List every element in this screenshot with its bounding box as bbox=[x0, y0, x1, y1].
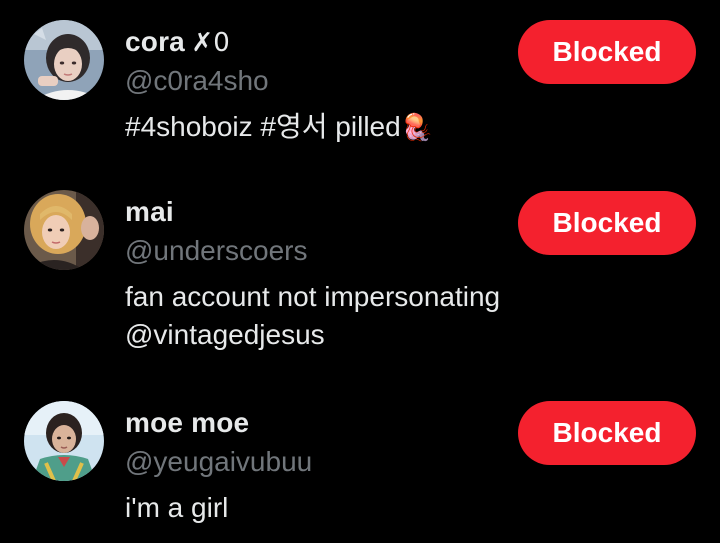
avatar-image bbox=[24, 20, 104, 100]
display-name[interactable]: mai bbox=[125, 196, 174, 227]
display-name[interactable]: moe moe bbox=[125, 407, 249, 438]
name-emoji: ✗0 bbox=[191, 28, 230, 58]
jellyfish-emoji: 🪼 bbox=[400, 113, 434, 143]
name-line: moe moe bbox=[125, 407, 249, 439]
user-bio: fan account not impersonating @vintagedj… bbox=[125, 281, 501, 350]
user-handle[interactable]: @c0ra4sho bbox=[125, 65, 269, 97]
blocked-button[interactable]: Blocked bbox=[518, 20, 696, 84]
user-cell[interactable]: cora ✗0 @c0ra4sho #4shoboiz #영서 pilled🪼 … bbox=[0, 20, 720, 170]
avatar[interactable] bbox=[24, 190, 104, 270]
blocked-button[interactable]: Blocked bbox=[518, 191, 696, 255]
user-handle[interactable]: @yeugaivubuu bbox=[125, 446, 312, 478]
blocked-button[interactable]: Blocked bbox=[518, 401, 696, 465]
user-bio: #4shoboiz #영서 pilled🪼 bbox=[125, 108, 595, 147]
blocked-accounts-list: cora ✗0 @c0ra4sho #4shoboiz #영서 pilled🪼 … bbox=[0, 0, 720, 543]
avatar-image bbox=[24, 190, 104, 270]
name-line: cora ✗0 bbox=[125, 26, 230, 58]
user-bio: i'm a girl bbox=[125, 492, 229, 523]
name-line: mai bbox=[125, 196, 174, 228]
avatar[interactable] bbox=[24, 20, 104, 100]
bio-text: #4shoboiz #영서 pilled bbox=[125, 111, 401, 142]
user-cell[interactable]: moe moe @yeugaivubuu i'm a girl Blocked bbox=[0, 401, 720, 543]
display-name[interactable]: cora bbox=[125, 26, 185, 57]
user-handle[interactable]: @underscoers bbox=[125, 235, 308, 267]
user-cell[interactable]: mai @underscoers fan account not imperso… bbox=[0, 190, 720, 370]
avatar-image bbox=[24, 401, 104, 481]
avatar[interactable] bbox=[24, 401, 104, 481]
